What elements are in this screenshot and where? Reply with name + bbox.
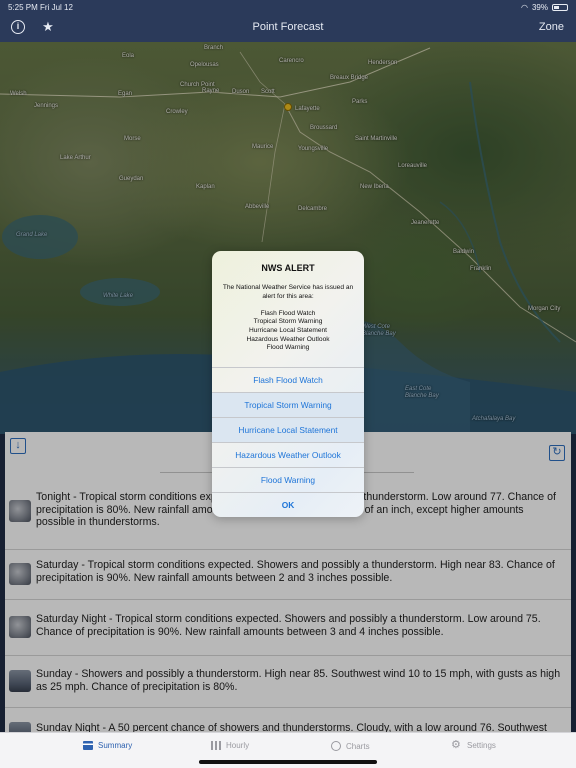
summary-icon — [83, 741, 93, 750]
zone-button[interactable]: Zone — [539, 21, 564, 33]
status-time: 5:25 PM Fri Jul 12 — [8, 3, 73, 12]
status-bar: 5:25 PM Fri Jul 12 ◠ 39% — [0, 0, 576, 14]
gear-icon: ⚙ — [451, 739, 461, 751]
alert-message: The National Weather Service has issued … — [222, 284, 354, 352]
tab-label: Summary — [98, 741, 133, 750]
tab-label: Charts — [346, 741, 370, 751]
top-bar: 5:25 PM Fri Jul 12 ◠ 39% i ★ Point Forec… — [0, 0, 576, 42]
hourly-icon — [211, 741, 221, 750]
nws-alert-dialog: NWS ALERT The National Weather Service h… — [212, 251, 364, 517]
tab-settings[interactable]: ⚙ Settings — [451, 739, 496, 751]
hazardous-weather-outlook-button[interactable]: Hazardous Weather Outlook — [212, 442, 364, 467]
battery-icon — [552, 4, 568, 11]
page-title: Point Forecast — [252, 21, 324, 33]
flash-flood-watch-button[interactable]: Flash Flood Watch — [212, 367, 364, 392]
tab-hourly[interactable]: Hourly — [211, 741, 249, 750]
tab-label: Hourly — [226, 741, 250, 750]
status-right: ◠ 39% — [521, 3, 568, 12]
home-indicator[interactable] — [199, 760, 377, 764]
tab-charts[interactable]: Charts — [331, 741, 370, 751]
wifi-icon: ◠ — [521, 3, 528, 12]
tropical-storm-warning-button[interactable]: Tropical Storm Warning — [212, 392, 364, 417]
flood-warning-button[interactable]: Flood Warning — [212, 467, 364, 492]
battery-percent: 39% — [531, 3, 548, 12]
hurricane-local-statement-button[interactable]: Hurricane Local Statement — [212, 417, 364, 442]
tab-summary[interactable]: Summary — [83, 741, 132, 750]
tab-label: Settings — [467, 741, 496, 750]
charts-icon — [331, 741, 341, 751]
alert-title: NWS ALERT — [261, 263, 315, 273]
tab-bar: Summary Hourly Charts ⚙ Settings — [0, 732, 576, 768]
ok-button[interactable]: OK — [212, 492, 364, 517]
